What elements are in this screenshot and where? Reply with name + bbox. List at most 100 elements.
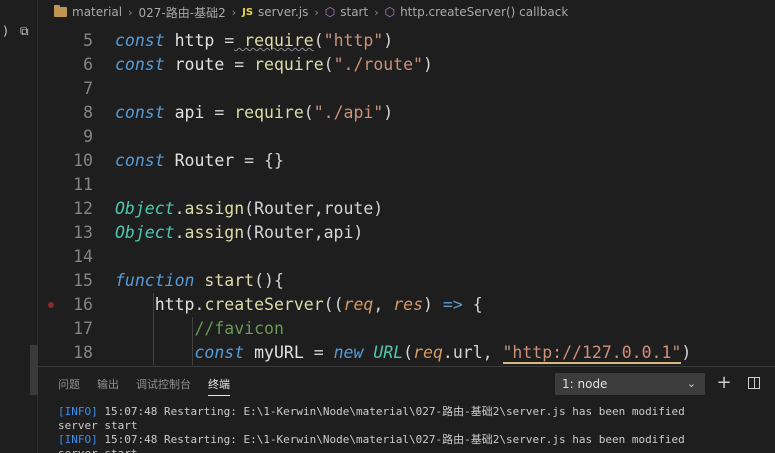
- code-line[interactable]: 10 const Router = {}: [38, 149, 775, 173]
- code-line[interactable]: 14: [38, 245, 775, 269]
- breadcrumb-symbol-start[interactable]: ⬡ start: [325, 5, 368, 19]
- code-token: require: [234, 31, 314, 50]
- code-line[interactable]: 13 Object.assign(Router,api): [38, 221, 775, 245]
- code-token: //favicon: [194, 319, 284, 338]
- code-token: assign: [184, 223, 245, 242]
- code-token: ((: [323, 295, 344, 314]
- code-line[interactable]: 8 const api = require("./api"): [38, 101, 775, 125]
- log-level-tag: [INFO]: [58, 405, 98, 418]
- breadcrumb: material › 027-路由-基础2 › JS server.js › ⬡…: [38, 0, 775, 24]
- code-token: (Router,api): [244, 223, 364, 242]
- code-token: "http": [323, 31, 384, 50]
- log-text: 15:07:48 Restarting: E:\1-Kerwin\Node\ma…: [97, 433, 685, 446]
- code-text: Object.assign(Router,api): [115, 221, 363, 245]
- code-token: new: [323, 343, 364, 362]
- sidebar-edge: ) ⧉: [0, 0, 38, 453]
- breadcrumb-folder[interactable]: 027-路由-基础2: [139, 4, 226, 21]
- code-line[interactable]: 12 Object.assign(Router,route): [38, 197, 775, 221]
- code-text: function start(){: [115, 269, 284, 293]
- code-token: Object: [115, 199, 175, 218]
- code-line[interactable]: 18 const myURL = new URL(req.url, "http:…: [38, 341, 775, 365]
- code-token: assign: [184, 199, 245, 218]
- code-token: .: [174, 199, 185, 218]
- terminal-select[interactable]: 1: node ⌄: [555, 373, 705, 395]
- split-terminal-icon[interactable]: [748, 377, 760, 389]
- code-token: "./api": [313, 103, 384, 122]
- code-token: "./route": [333, 55, 423, 74]
- code-text: Object.assign(Router,route): [115, 197, 383, 221]
- code-line[interactable]: 6 const route = require("./route"): [38, 53, 775, 77]
- code-token: {}: [254, 151, 284, 170]
- code-token: =: [234, 55, 245, 74]
- code-line[interactable]: 16 http.createServer((req, res) => {: [38, 293, 775, 317]
- code-token: Object: [115, 223, 175, 242]
- code-token: =: [214, 103, 225, 122]
- code-token: ): [383, 103, 394, 122]
- code-text: http.createServer((req, res) => {: [115, 293, 483, 317]
- code-token: (: [323, 55, 334, 74]
- code-line[interactable]: 9: [38, 125, 775, 149]
- terminal-output[interactable]: [INFO] 15:07:48 Restarting: E:\1-Kerwin\…: [58, 405, 775, 453]
- code-token: ): [423, 295, 443, 314]
- line-number: 18: [73, 343, 93, 362]
- code-line[interactable]: 5 const http = require("http"): [38, 29, 775, 53]
- code-token: function: [115, 271, 195, 290]
- code-editor[interactable]: 5 const http = require("http") 6 const rout…: [38, 24, 775, 366]
- code-text: const api = require("./api"): [115, 101, 393, 125]
- code-text: const route = require("./route"): [115, 53, 433, 77]
- code-token: req: [343, 295, 374, 314]
- line-number: 7: [83, 79, 93, 98]
- code-token: Router: [164, 151, 245, 170]
- terminal-line: [INFO] 15:07:48 Restarting: E:\1-Kerwin\…: [58, 405, 775, 419]
- function-symbol-icon: ⬡: [324, 5, 336, 19]
- code-line[interactable]: 17 //favicon: [38, 317, 775, 341]
- breadcrumb-material[interactable]: material: [54, 5, 122, 19]
- code-line[interactable]: 11: [38, 173, 775, 197]
- code-token: require: [244, 55, 324, 74]
- code-token: const: [115, 103, 165, 122]
- breadcrumb-file[interactable]: JS server.js: [242, 5, 308, 19]
- tab-output[interactable]: 输出: [97, 368, 119, 400]
- code-token: (Router,route): [244, 199, 384, 218]
- code-token: ): [383, 31, 394, 50]
- breadcrumb-symbol-callback[interactable]: ⬡ http.createServer() callback: [385, 5, 569, 19]
- code-text: //favicon: [115, 317, 284, 341]
- line-number: 8: [83, 103, 93, 122]
- tab-debug-console[interactable]: 调试控制台: [136, 368, 191, 400]
- code-token: =: [244, 151, 255, 170]
- code-token: req: [413, 343, 443, 362]
- breakpoint-icon[interactable]: [48, 302, 54, 308]
- code-token: const: [115, 151, 165, 170]
- line-number: 14: [73, 247, 93, 266]
- log-text: server start: [58, 447, 137, 453]
- collapse-icon[interactable]: ): [2, 24, 9, 38]
- chevron-right-icon: ›: [314, 5, 319, 19]
- line-number: 17: [73, 319, 93, 338]
- code-line[interactable]: 15 function start(){: [38, 269, 775, 293]
- code-token: .url,: [442, 343, 503, 362]
- code-token: =: [224, 31, 235, 50]
- code-token: start: [194, 271, 255, 290]
- sidebar-scrollbar[interactable]: [30, 345, 38, 395]
- code-token: api: [164, 103, 215, 122]
- code-token: route: [164, 55, 235, 74]
- javascript-file-icon: JS: [242, 6, 254, 18]
- tab-problems[interactable]: 问题: [58, 368, 80, 400]
- code-token: .: [174, 223, 185, 242]
- log-text: 15:07:48 Restarting: E:\1-Kerwin\Node\ma…: [97, 405, 685, 418]
- code-line[interactable]: 7: [38, 77, 775, 101]
- code-token: =: [313, 343, 324, 362]
- code-token: .: [194, 295, 205, 314]
- indent-guide: [192, 317, 193, 365]
- terminal-line: server start: [58, 447, 775, 453]
- chevron-right-icon: ›: [231, 5, 237, 19]
- add-terminal-button[interactable]: +: [714, 373, 734, 395]
- line-number: 5: [83, 31, 93, 50]
- copy-icon[interactable]: ⧉: [20, 24, 29, 39]
- tab-terminal[interactable]: 终端: [208, 368, 230, 400]
- code-token: {: [462, 295, 483, 314]
- code-token: myURL: [244, 343, 314, 362]
- log-level-tag: [INFO]: [58, 433, 98, 446]
